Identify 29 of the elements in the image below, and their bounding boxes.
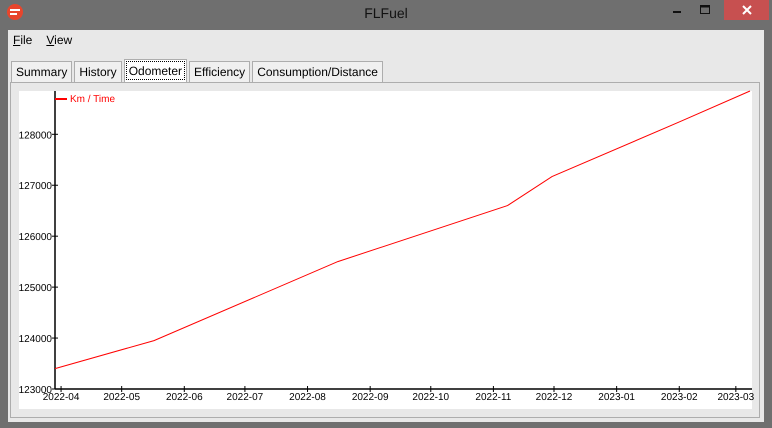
axis-label: 2023-03 — [717, 392, 754, 403]
axis-label: 2022-11 — [475, 392, 512, 403]
close-button[interactable] — [724, 0, 769, 20]
tab[interactable]: Consumption/Distance — [252, 61, 383, 82]
axis-label: 2022-10 — [412, 392, 450, 403]
axis-label: 2022-09 — [352, 392, 389, 403]
axis-label: 2022-08 — [289, 392, 326, 403]
axis-label: 2023-01 — [598, 392, 635, 403]
legend-label: Km / Time — [70, 94, 116, 105]
axis-label: 2023-02 — [660, 392, 698, 403]
window-title: FLFuel — [364, 5, 408, 21]
axis-label: 2022-07 — [226, 392, 264, 403]
tab[interactable]: Efficiency — [189, 61, 250, 82]
axis-label: 2022-06 — [166, 392, 203, 403]
axis-label: 124000 — [18, 334, 52, 346]
menu-item[interactable]: View — [46, 33, 72, 47]
tab[interactable]: Odometer — [124, 59, 188, 82]
axis-label: 2022-12 — [536, 392, 572, 403]
axis-label: 125000 — [18, 283, 52, 294]
tab[interactable]: History — [74, 61, 122, 82]
app-icon — [7, 4, 23, 20]
axis-label: 126000 — [18, 232, 52, 244]
close-icon — [742, 5, 752, 15]
tab[interactable]: Summary — [11, 61, 72, 82]
maximize-icon — [700, 5, 710, 15]
axis-label: 127000 — [18, 181, 52, 192]
menu-item[interactable]: File — [13, 33, 32, 47]
axis-label: 2022-05 — [103, 392, 140, 403]
axis-label: 128000 — [18, 130, 52, 142]
